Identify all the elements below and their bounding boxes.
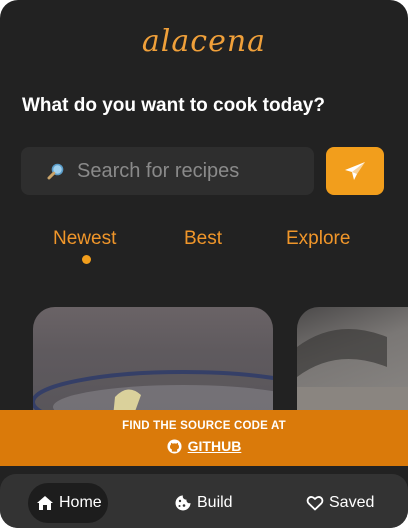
app-screen: alacena What do you want to cook today? … (0, 0, 408, 528)
nav-item-label: Home (59, 494, 102, 511)
nav-item-build[interactable]: Build (174, 483, 233, 523)
github-link-label[interactable]: GITHUB (188, 438, 242, 454)
active-tab-indicator (82, 255, 91, 264)
recipe-card[interactable] (33, 307, 273, 417)
recipe-card[interactable] (297, 307, 408, 417)
github-icon (167, 438, 182, 454)
tab-best[interactable]: Best (184, 228, 222, 250)
source-code-banner: FIND THE SOURCE CODE AT GITHUB (0, 410, 408, 466)
github-link[interactable]: GITHUB (0, 438, 408, 454)
nav-item-label: Saved (329, 494, 375, 511)
recipe-card-image (297, 329, 408, 417)
banner-title: FIND THE SOURCE CODE AT (122, 420, 286, 432)
nav-item-saved[interactable]: Saved (306, 483, 374, 523)
app-logo: alacena (141, 24, 267, 59)
recipe-card-image (33, 370, 273, 417)
home-icon (37, 496, 53, 510)
cookie-icon (175, 495, 191, 511)
bottom-navigation: Home Build Saved (0, 474, 408, 528)
search-bar[interactable] (21, 147, 314, 195)
tab-explore[interactable]: Explore (286, 228, 350, 250)
nav-item-label: Build (197, 494, 233, 511)
heart-icon (306, 495, 324, 511)
search-submit-button[interactable] (326, 147, 384, 195)
nav-item-home[interactable]: Home (28, 483, 108, 523)
search-input[interactable] (77, 159, 297, 183)
paper-plane-icon (345, 162, 365, 180)
tab-newest[interactable]: Newest (53, 228, 116, 250)
page-title: What do you want to cook today? (22, 95, 325, 116)
search-icon (47, 162, 65, 180)
recipe-tabs: Newest Best Explore (0, 228, 408, 268)
